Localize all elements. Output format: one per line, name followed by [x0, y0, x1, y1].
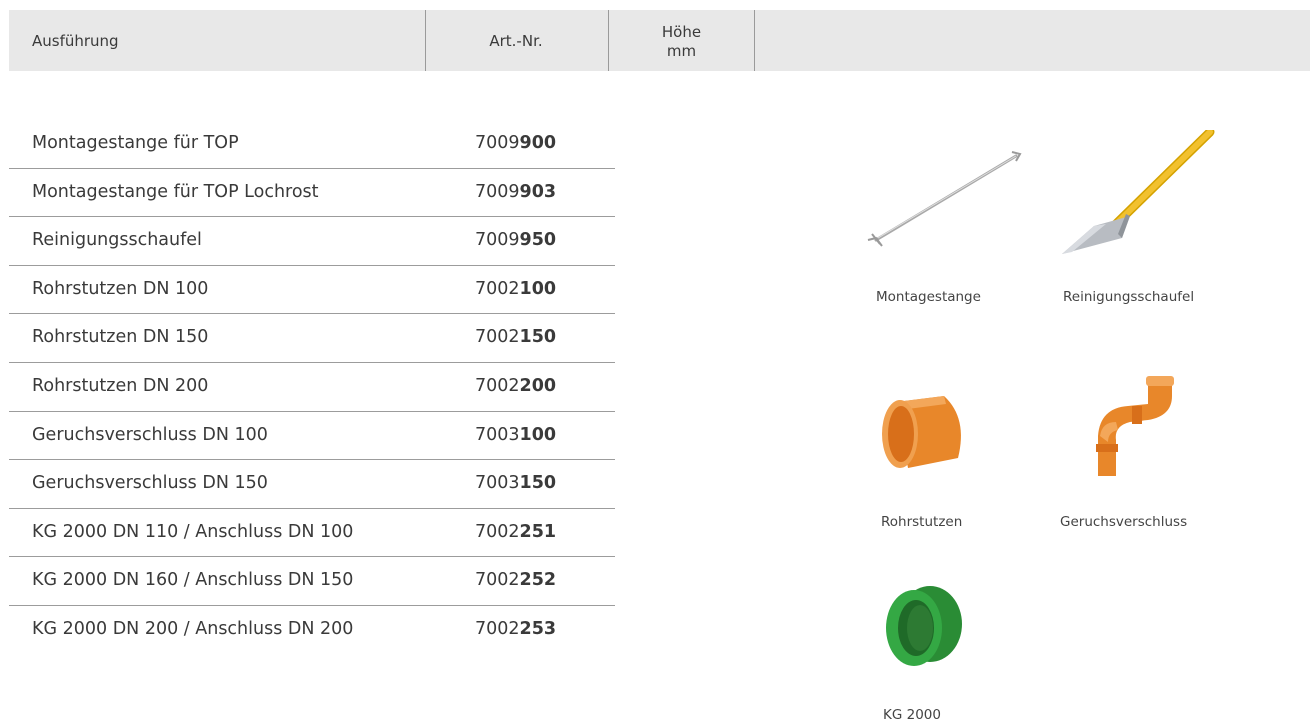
- caption-kg2000: KG 2000: [883, 707, 941, 723]
- header-hoehe: Höhe mm: [609, 10, 754, 71]
- table-row: Geruchsverschluss DN 150 7003150: [9, 460, 615, 509]
- row-artnr: 7002253: [475, 618, 557, 639]
- header-artnr: Art.-Nr.: [489, 31, 543, 50]
- caption-reinigungsschaufel: Reinigungsschaufel: [1063, 289, 1195, 305]
- header-ausfuehrung: Ausführung: [32, 31, 119, 50]
- row-artnr: 7002200: [475, 375, 557, 396]
- row-name: Rohrstutzen DN 200: [32, 375, 209, 396]
- header-hoehe-label: Höhe: [661, 22, 702, 41]
- row-name: KG 2000 DN 200 / Anschluss DN 200: [32, 618, 354, 639]
- table-row: Montagestange für TOP Lochrost 7009903: [9, 169, 615, 218]
- row-name: KG 2000 DN 110 / Anschluss DN 100: [32, 521, 354, 542]
- rohrstutzen-image: [874, 392, 970, 476]
- table-row: KG 2000 DN 200 / Anschluss DN 200 700225…: [9, 606, 615, 655]
- caption-montagestange: Montagestange: [876, 289, 981, 305]
- caption-rohrstutzen: Rohrstutzen: [881, 514, 963, 530]
- row-name: Geruchsverschluss DN 100: [32, 424, 268, 445]
- row-name: Reinigungsschaufel: [32, 230, 202, 251]
- row-artnr: 7002251: [475, 521, 557, 542]
- row-name: Montagestange für TOP: [32, 133, 239, 153]
- table-row: KG 2000 DN 160 / Anschluss DN 150 700225…: [9, 557, 615, 606]
- table-row: Montagestange für TOP 7009900: [9, 120, 615, 169]
- caption-geruchsverschluss: Geruchsverschluss: [1060, 514, 1188, 530]
- article-table: Montagestange für TOP 7009900 Montagesta…: [9, 120, 615, 655]
- header-divider: [754, 10, 755, 71]
- row-name: KG 2000 DN 160 / Anschluss DN 150: [32, 570, 354, 591]
- row-artnr: 7003100: [475, 424, 557, 445]
- reinigungsschaufel-image: [1058, 130, 1218, 260]
- table-row: Rohrstutzen DN 150 7002150: [9, 314, 615, 363]
- row-artnr: 7003150: [475, 473, 557, 494]
- row-artnr: 7009950: [475, 230, 557, 251]
- row-artnr: 7002252: [475, 570, 557, 591]
- header-hoehe-unit: mm: [666, 41, 697, 60]
- row-name: Montagestange für TOP Lochrost: [32, 181, 319, 202]
- kg2000-image: [880, 584, 972, 668]
- row-artnr: 7009900: [475, 133, 557, 153]
- table-row: KG 2000 DN 110 / Anschluss DN 100 700225…: [9, 509, 615, 558]
- row-name: Geruchsverschluss DN 150: [32, 473, 268, 494]
- montagestange-image: [866, 148, 1026, 253]
- table-row: Rohrstutzen DN 100 7002100: [9, 266, 615, 315]
- table-row: Geruchsverschluss DN 100 7003100: [9, 412, 615, 461]
- row-artnr: 7002150: [475, 327, 557, 348]
- table-row: Rohrstutzen DN 200 7002200: [9, 363, 615, 412]
- row-name: Rohrstutzen DN 150: [32, 327, 209, 348]
- row-artnr: 7009903: [475, 181, 557, 202]
- geruchsverschluss-image: [1092, 372, 1182, 482]
- row-artnr: 7002100: [475, 278, 557, 299]
- table-row: Reinigungsschaufel 7009950: [9, 217, 615, 266]
- row-name: Rohrstutzen DN 100: [32, 278, 209, 299]
- table-header: Ausführung Art.-Nr. Höhe mm: [9, 10, 1310, 71]
